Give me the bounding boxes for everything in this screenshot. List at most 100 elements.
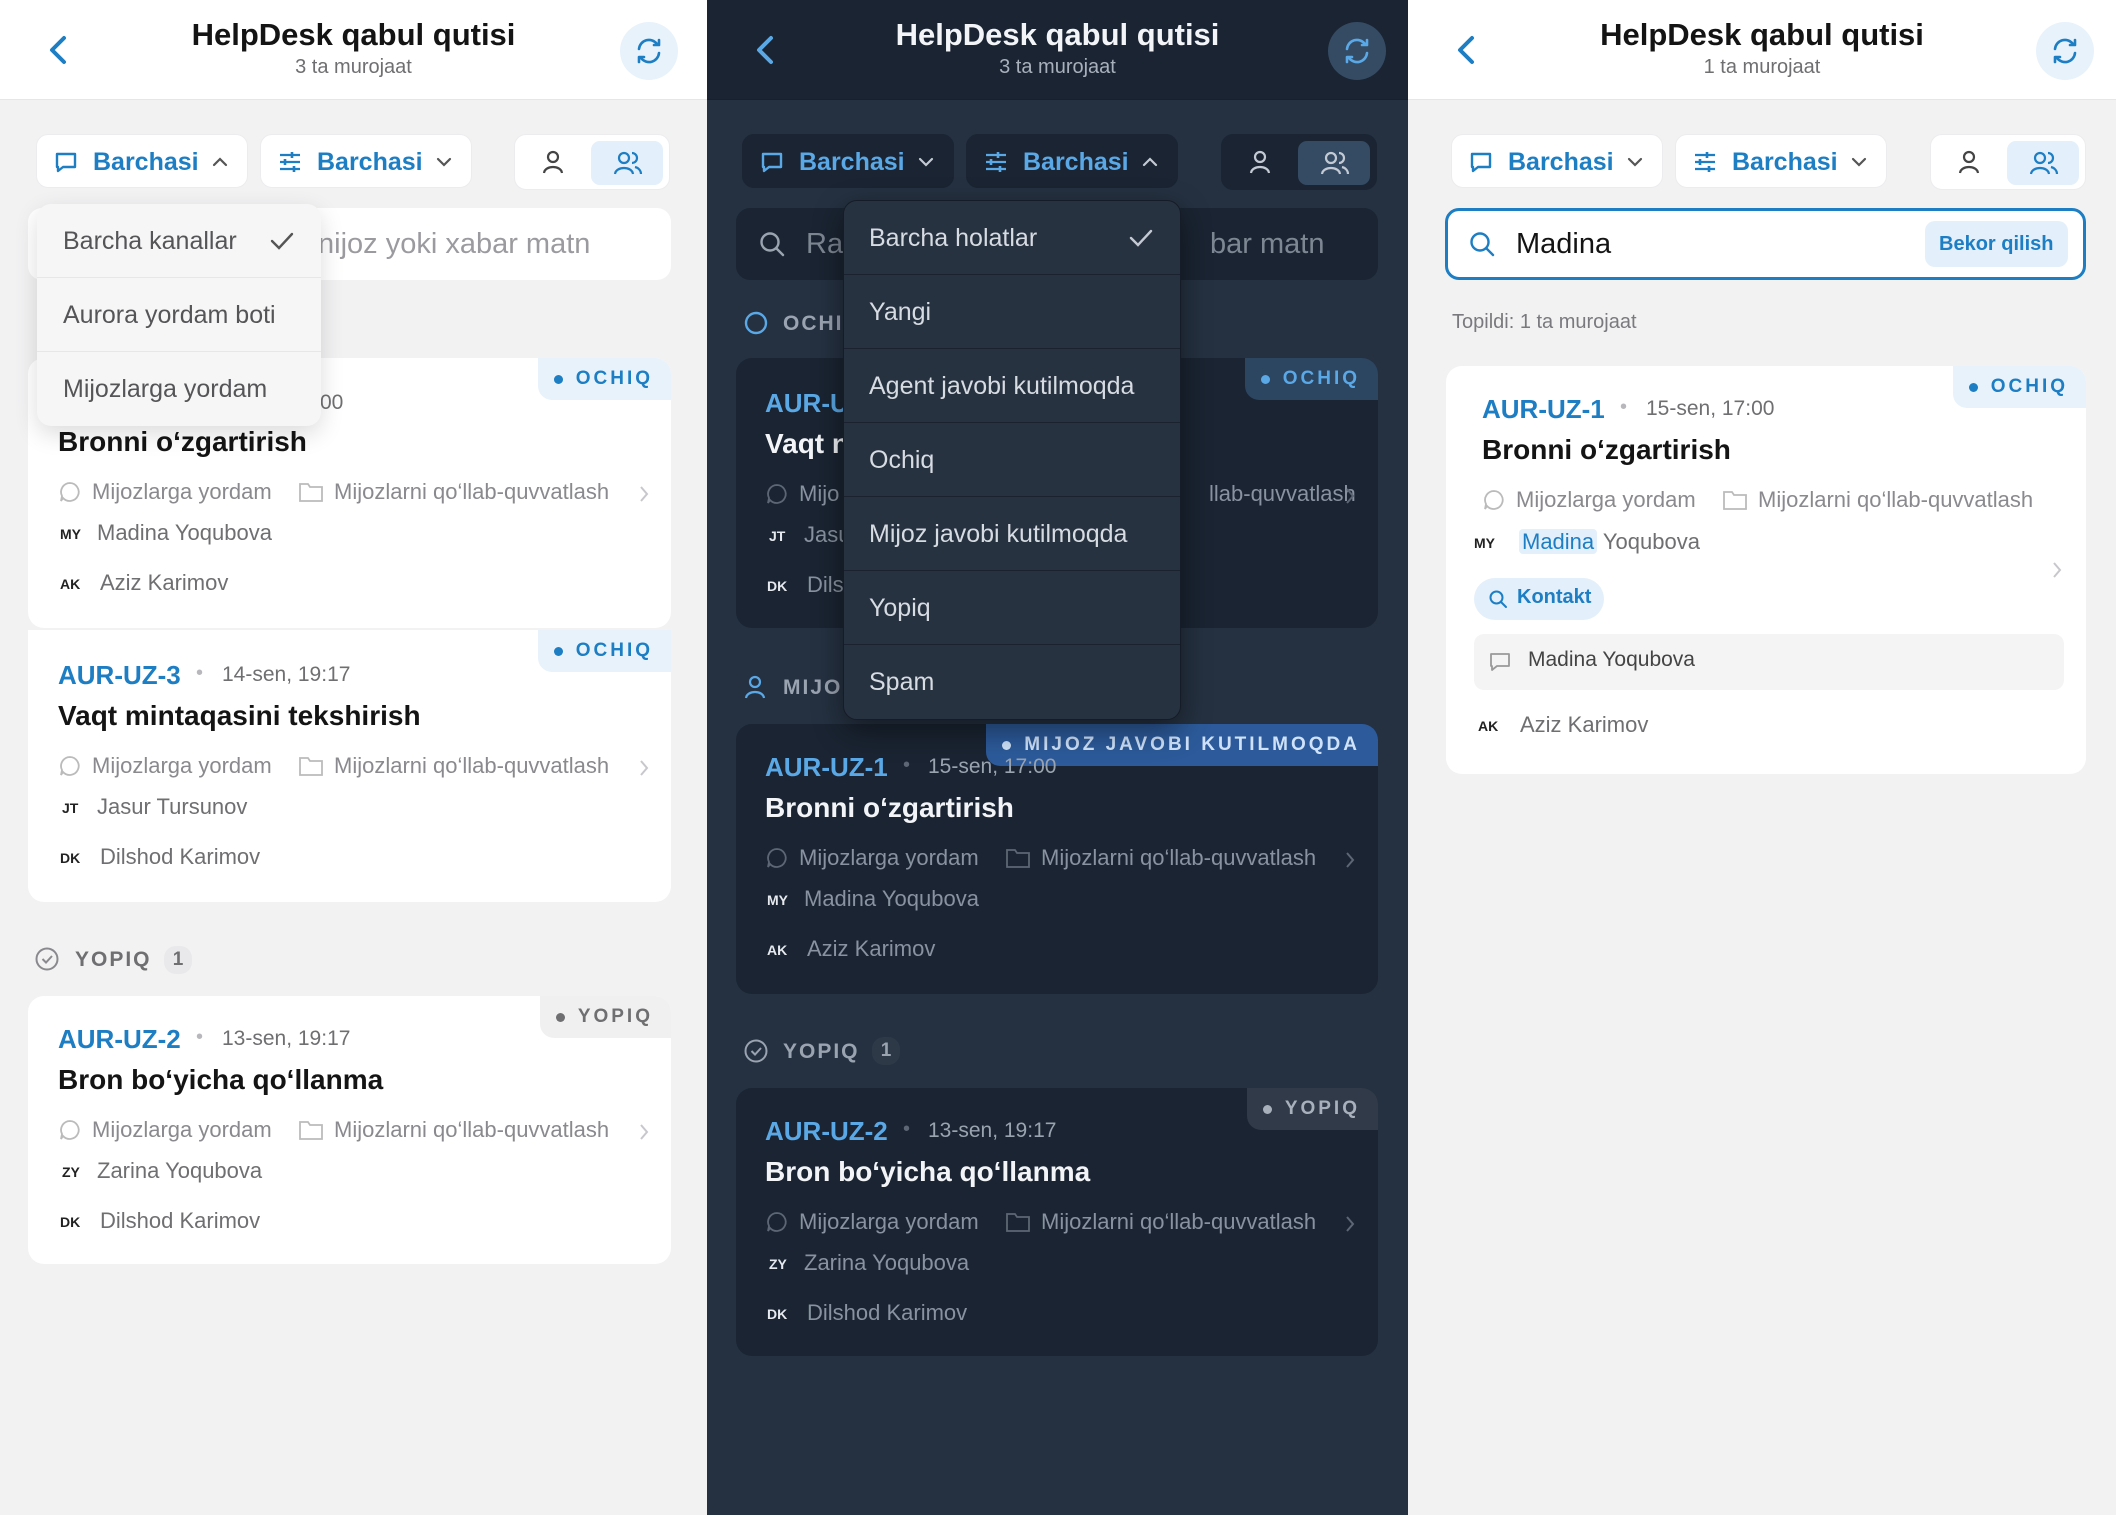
status-filter-label: Barchasi xyxy=(317,148,423,176)
refresh-button[interactable] xyxy=(2036,22,2094,80)
contact-name-rest: Yoqubova xyxy=(1597,529,1700,554)
separator-dot: • xyxy=(196,662,204,684)
status-dropdown-menu: Barcha holatlar Yangi Agent javobi kutil… xyxy=(843,200,1181,720)
ticket-channel: Mijozlarga yordam xyxy=(92,479,272,504)
sliders-icon xyxy=(280,152,300,172)
ticket-id[interactable]: AUR-UZ-2 xyxy=(765,1116,888,1147)
ticket-card[interactable]: OCHIQ AUR-UZ-3 • 14-sen, 19:17 Vaqt mint… xyxy=(28,630,671,902)
page-title: HelpDesk qabul qutisi xyxy=(1600,17,1924,52)
ticket-channel: Mijozlarga yordam xyxy=(92,753,272,778)
refresh-button[interactable] xyxy=(620,22,678,80)
menu-item-all-statuses[interactable]: Barcha holatlar xyxy=(844,201,1180,275)
check-icon xyxy=(270,232,294,250)
panel-light-search-results: HelpDesk qabul qutisi 1 ta murojaat Barc… xyxy=(1408,0,2116,1515)
menu-item-label: Agent javobi kutilmoqda xyxy=(869,372,1135,400)
menu-item-label: Mijozlarga yordam xyxy=(63,375,268,403)
status-filter[interactable]: Barchasi xyxy=(260,134,472,188)
menu-item-open[interactable]: Ochiq xyxy=(844,423,1180,497)
assignee-toggle xyxy=(514,134,670,190)
team-toggle-active[interactable] xyxy=(2007,141,2079,185)
ticket-id[interactable]: AUR-UZ-1 xyxy=(1482,394,1605,425)
menu-item-label: Ochiq xyxy=(869,446,935,474)
chat-bubble-icon xyxy=(767,848,787,868)
search-input[interactable]: Madina xyxy=(1516,228,1611,261)
match-snippet-text: Madina Yoqubova xyxy=(1528,648,1695,671)
contact-avatar: JT xyxy=(62,800,79,816)
match-snippet: Madina Yoqubova xyxy=(1474,634,2064,690)
ticket-id[interactable]: AUR-UZ-3 xyxy=(58,660,181,691)
refresh-icon xyxy=(1345,38,1369,64)
separator-dot: • xyxy=(903,1118,911,1140)
refresh-icon xyxy=(2053,38,2077,64)
ticket-card[interactable]: YOPIQ AUR-UZ-2 • 13-sen, 19:17 Bron bo‘y… xyxy=(28,996,671,1264)
chat-bubble-icon xyxy=(60,756,80,776)
status-filter[interactable]: Barchasi xyxy=(966,134,1178,188)
channel-filter-label: Barchasi xyxy=(93,148,199,176)
cancel-label: Bekor qilish xyxy=(1939,233,2054,255)
menu-item-closed[interactable]: Yopiq xyxy=(844,571,1180,645)
ticket-team: Mijozlarni qo‘llab-quvvatlash xyxy=(334,1117,610,1142)
menu-item-spam[interactable]: Spam xyxy=(844,645,1180,719)
contact-avatar: MY xyxy=(60,526,81,542)
search-icon xyxy=(1470,232,1495,257)
user-icon[interactable] xyxy=(1955,148,1983,176)
search-field[interactable]: Madina Bekor qilish xyxy=(1445,208,2086,280)
channel-filter[interactable]: Barchasi xyxy=(742,134,954,188)
search-result-count: Topildi: 1 ta murojaat xyxy=(1452,311,1637,333)
agent-name: Dils xyxy=(807,572,844,597)
agent-avatar: AK xyxy=(60,576,81,592)
refresh-icon xyxy=(637,38,661,64)
agent-avatar: AK xyxy=(1478,718,1499,734)
user-icon[interactable] xyxy=(539,148,567,176)
agent-name: Aziz Karimov xyxy=(100,570,229,595)
page-title: HelpDesk qabul qutisi xyxy=(191,17,516,52)
refresh-button[interactable] xyxy=(1328,22,1386,80)
menu-item-new[interactable]: Yangi xyxy=(844,275,1180,349)
page-title: HelpDesk qabul qutisi xyxy=(895,17,1220,52)
channel-filter[interactable]: Barchasi xyxy=(36,134,248,188)
channel-filter[interactable]: Barchasi xyxy=(1451,134,1663,188)
channel-filter-label: Barchasi xyxy=(1508,148,1614,176)
ticket-card[interactable]: YOPIQ AUR-UZ-2 • 13-sen, 19:17 Bron bo‘y… xyxy=(736,1088,1378,1356)
ticket-count: 3 ta murojaat xyxy=(999,56,1116,78)
ticket-id[interactable]: AUR-U xyxy=(765,388,849,419)
contact-name: Jasur Tursunov xyxy=(97,794,248,819)
agent-name: Dilshod Karimov xyxy=(100,844,261,869)
ticket-date: 13-sen, 19:17 xyxy=(928,1119,1057,1142)
user-icon[interactable] xyxy=(1246,148,1274,176)
chevron-down-icon xyxy=(1851,157,1867,167)
agent-name: Dilshod Karimov xyxy=(100,1208,261,1233)
chevron-up-icon xyxy=(1142,157,1158,167)
ticket-id[interactable]: AUR-UZ-1 xyxy=(765,752,888,783)
menu-item-awaiting-customer[interactable]: Mijoz javobi kutilmoqda xyxy=(844,497,1180,571)
ticket-id[interactable]: AUR-UZ-2 xyxy=(58,1024,181,1055)
menu-item-customer-support[interactable]: Mijozlarga yordam xyxy=(37,352,321,426)
ticket-card[interactable]: OCHIQ AUR-UZ-1 • 15-sen, 17:00 Bronni o‘… xyxy=(1446,366,2086,774)
status-badge: YOPIQ xyxy=(1246,1088,1378,1130)
chevron-up-icon xyxy=(212,157,228,167)
menu-item-aurora-bot[interactable]: Aurora yordam boti xyxy=(37,278,321,352)
status-badge: YOPIQ xyxy=(539,996,671,1038)
ticket-channel: Mijozlarga yordam xyxy=(1516,487,1696,512)
chevron-right-icon xyxy=(640,760,649,776)
assignee-toggle xyxy=(1221,134,1377,190)
menu-item-awaiting-agent[interactable]: Agent javobi kutilmoqda xyxy=(844,349,1180,423)
section-count: 1 xyxy=(164,946,192,974)
chat-bubble-icon xyxy=(1484,490,1504,510)
separator-dot: • xyxy=(196,1026,204,1048)
cancel-search-button[interactable]: Bekor qilish xyxy=(1925,221,2068,267)
agent-avatar: DK xyxy=(767,578,788,594)
team-toggle-active[interactable] xyxy=(591,141,663,185)
status-filter-label: Barchasi xyxy=(1023,148,1129,176)
folder-icon xyxy=(1006,1213,1030,1232)
agent-name: Aziz Karimov xyxy=(807,936,936,961)
menu-item-all-channels[interactable]: Barcha kanallar xyxy=(37,204,321,278)
ticket-title: Bron bo‘yicha qo‘llanma xyxy=(765,1156,1091,1187)
contact-avatar: ZY xyxy=(62,1164,80,1180)
contact-avatar: JT xyxy=(769,528,786,544)
check-circle-icon xyxy=(744,1039,768,1063)
ticket-date: 15-sen, 17:00 xyxy=(928,755,1057,778)
team-toggle-active[interactable] xyxy=(1298,141,1370,185)
status-filter[interactable]: Barchasi xyxy=(1675,134,1887,188)
ticket-card[interactable]: MIJOZ JAVOBI KUTILMOQDA AUR-UZ-1 • 15-se… xyxy=(736,724,1378,994)
